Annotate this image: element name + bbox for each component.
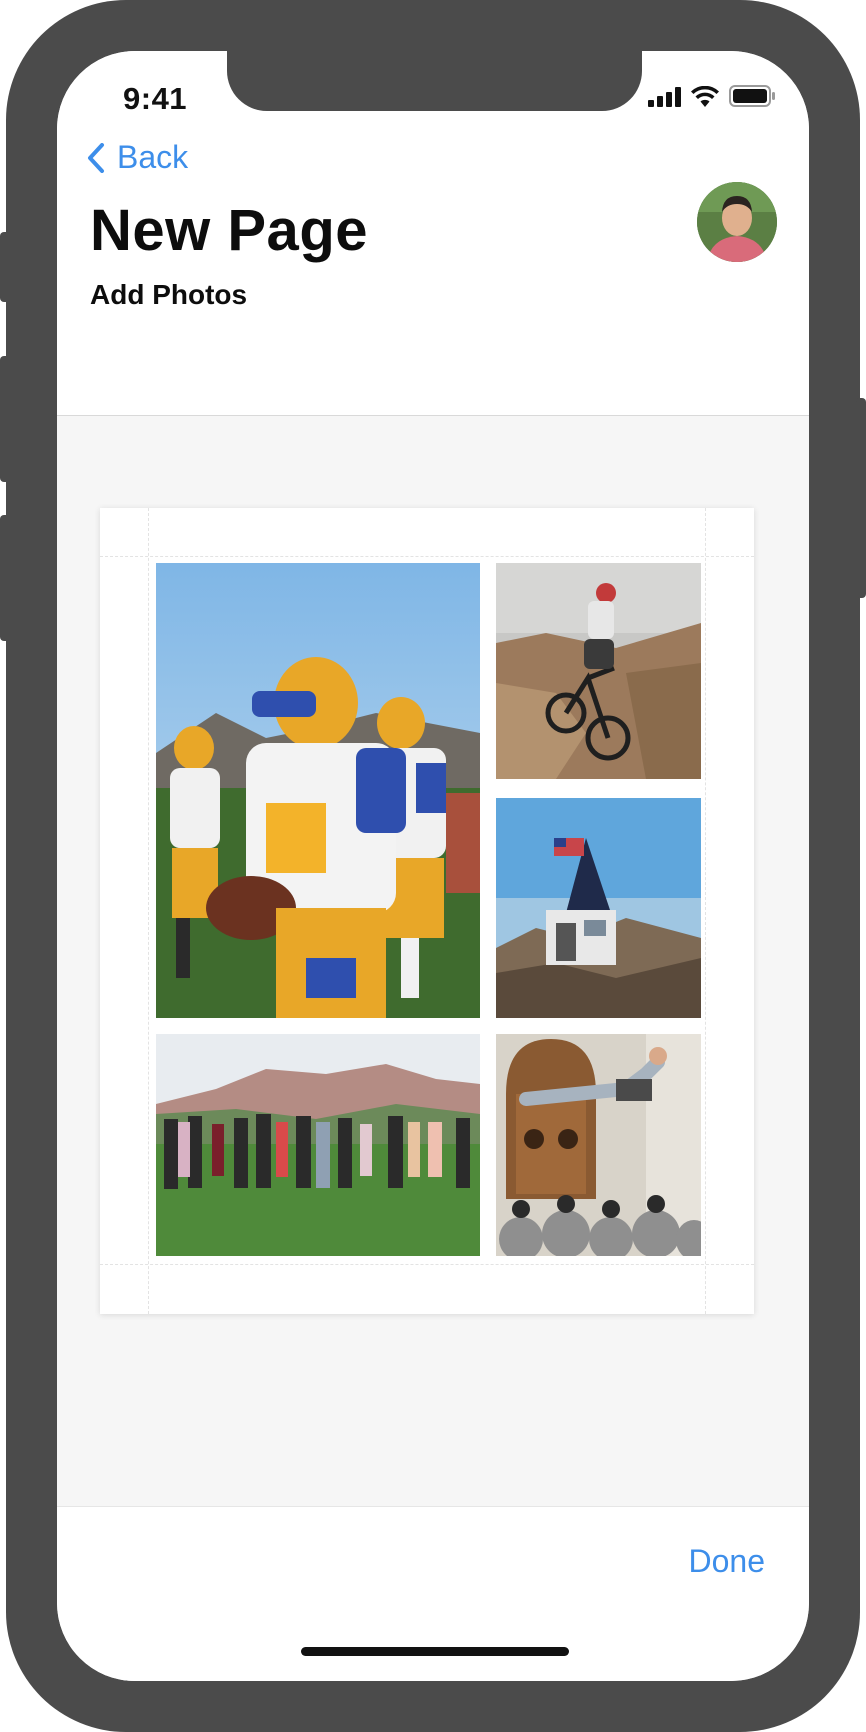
margin-guide-left [148, 508, 149, 1314]
page-canvas [100, 508, 754, 1314]
silent-switch [0, 232, 10, 302]
back-label: Back [117, 139, 189, 175]
status-icons [648, 85, 775, 107]
notch [227, 51, 642, 111]
mountain-summit-hut-photo[interactable] [496, 798, 701, 1018]
nav-header: Back New Page Add Photos [57, 121, 809, 416]
volume-down-button [0, 515, 10, 641]
mountain-biker-photo[interactable] [496, 563, 701, 779]
status-time: 9:41 [123, 81, 188, 116]
back-button[interactable]: Back [87, 139, 188, 176]
home-indicator[interactable] [301, 1647, 569, 1656]
done-button[interactable]: Done [689, 1543, 766, 1580]
margin-guide-top [100, 556, 754, 557]
margin-guide-right [705, 508, 706, 1314]
battery-icon [729, 85, 775, 107]
page-subtitle: Add Photos [90, 279, 248, 310]
chevron-left-icon [88, 142, 104, 173]
margin-guide-bottom [100, 1264, 754, 1265]
groom-toss-photo[interactable] [496, 1034, 701, 1256]
screen: 9:41 Back New Page Add Photos Done [57, 51, 809, 1681]
group-formal-photo[interactable] [156, 1034, 480, 1256]
page-title: New Page [90, 198, 368, 263]
status-bar: 9:41 [57, 51, 809, 121]
wifi-icon [691, 86, 719, 107]
cellular-signal-icon [648, 87, 681, 107]
bottom-bar: Done [57, 1506, 809, 1681]
power-button [856, 398, 866, 598]
football-players-photo[interactable] [156, 563, 480, 1018]
avatar[interactable] [697, 182, 777, 262]
volume-up-button [0, 356, 10, 482]
